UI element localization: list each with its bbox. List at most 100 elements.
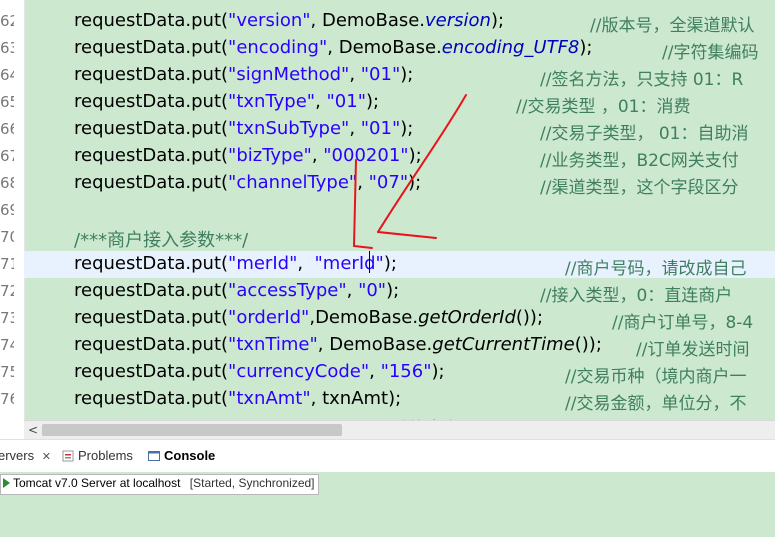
code-line[interactable]: requestData.put("signMethod", "01"); //签名…	[0, 62, 775, 90]
code-token: "signMethod"	[228, 64, 350, 85]
code-token: "orderId"	[228, 307, 310, 328]
code-line[interactable]: requestData.put("bizType", "000201"); //业…	[0, 143, 775, 171]
server-name: Tomcat v7.0 Server at localhost	[13, 476, 181, 490]
code-line[interactable]: requestData.put("orderId",DemoBase.getOr…	[0, 305, 775, 333]
scroll-left-arrow-icon[interactable]: <	[26, 422, 40, 438]
servers-panel: Tomcat v7.0 Server at localhost [Started…	[0, 472, 775, 537]
code-token: "01"	[360, 64, 401, 85]
code-token: ,DemoBase.	[309, 307, 419, 328]
code-token: );	[400, 118, 414, 139]
code-comment: //交易类型 ，01：消费	[516, 97, 691, 117]
code-token: ,	[311, 145, 324, 166]
code-token: ());	[574, 334, 602, 355]
code-line[interactable]: requestData.put("txnAmt", txnAmt); //交易金额…	[0, 386, 775, 414]
code-token: requestData.put(	[74, 64, 229, 85]
server-list-item[interactable]: Tomcat v7.0 Server at localhost [Started…	[0, 474, 319, 495]
code-text: /***商户接入参数***/	[74, 226, 248, 252]
code-text: requestData.put("txnSubType", "01");	[74, 118, 413, 139]
gutter-corner	[0, 420, 24, 439]
code-token: requestData.put(	[74, 10, 229, 31]
code-token: "encoding"	[228, 37, 328, 58]
code-token: "channelType"	[228, 172, 358, 193]
code-comment: //版本号，全渠道默认	[590, 16, 755, 36]
code-token: ,	[346, 280, 359, 301]
code-line[interactable]: /***商户接入参数***/	[0, 224, 775, 251]
code-token: "version"	[228, 10, 311, 31]
server-state: [Started, Synchronized]	[189, 476, 315, 490]
code-text: requestData.put("signMethod", "01");	[74, 64, 413, 85]
server-run-icon	[3, 478, 10, 488]
code-line[interactable]: requestData.put("txnSubType", "01"); //交易…	[0, 116, 775, 144]
code-token: ());	[515, 307, 544, 328]
code-token: "0"	[358, 280, 387, 301]
code-token: );	[383, 253, 397, 274]
code-token: requestData.put(	[74, 280, 229, 301]
code-comment: //商户号码，请改成自己	[565, 259, 747, 279]
code-line[interactable]: requestData.put("merId", "merId");//商户号码…	[24, 251, 775, 279]
code-text: requestData.put("version", DemoBase.vers…	[74, 10, 504, 31]
code-token: );	[366, 91, 380, 112]
code-token: );	[579, 37, 593, 58]
code-text: requestData.put("txnType", "01");	[74, 91, 379, 112]
code-text: requestData.put("txnTime", DemoBase.getC…	[74, 334, 602, 355]
code-token: ,	[297, 253, 315, 274]
code-token: requestData.put(	[74, 253, 229, 274]
tab-problems[interactable]: Problems	[62, 448, 133, 463]
tab-console[interactable]: Console	[148, 448, 215, 463]
code-comment: //字符集编码	[662, 43, 759, 63]
code-token: requestData.put(	[74, 172, 229, 193]
code-token: getOrderId	[418, 307, 516, 328]
code-token: version	[425, 10, 491, 31]
code-comment: //渠道类型，这个字段区分	[540, 178, 739, 198]
code-line[interactable]: //requestData.put("reqReserved", "透传字段")…	[0, 413, 775, 420]
code-token: "txnAmt"	[228, 388, 311, 409]
code-line[interactable]: requestData.put("accessType", "0"); //接入类…	[0, 278, 775, 306]
code-line[interactable]: requestData.put("txnTime", DemoBase.getC…	[0, 332, 775, 360]
code-token: );	[386, 280, 400, 301]
code-token: requestData.put(	[74, 145, 229, 166]
code-token: "txnSubType"	[228, 118, 350, 139]
code-text: requestData.put("orderId",DemoBase.getOr…	[74, 307, 543, 328]
line-number: 71	[0, 255, 14, 273]
code-token: "merId"	[314, 253, 384, 274]
code-comment: //业务类型，B2C网关支付	[540, 151, 739, 171]
code-token: , txnAmt);	[310, 388, 402, 409]
code-token: requestData.put(	[74, 91, 229, 112]
code-comment: //订单发送时间	[636, 340, 750, 360]
code-text: requestData.put("merId", "merId");	[74, 253, 397, 274]
code-token: ,	[349, 64, 361, 85]
code-text: requestData.put("accessType", "0");	[74, 280, 399, 301]
code-comment: //交易币种（境内商户一	[565, 367, 747, 387]
text-cursor	[369, 251, 370, 273]
code-token: "156"	[380, 361, 432, 382]
close-tab-icon[interactable]: ✕	[42, 451, 51, 463]
code-token: requestData.put(	[74, 307, 229, 328]
code-token: );	[400, 64, 414, 85]
code-token: "currencyCode"	[228, 361, 370, 382]
code-token: );	[408, 172, 422, 193]
code-line[interactable]: requestData.put("txnType", "01"); //交易类型 …	[0, 89, 775, 117]
horizontal-scrollbar[interactable]: <	[24, 420, 775, 440]
code-text: requestData.put("bizType", "000201");	[74, 145, 422, 166]
code-editor[interactable]: 62636465666768697071727374757677 request…	[0, 0, 775, 420]
code-token: "accessType"	[228, 280, 347, 301]
code-token: );	[408, 145, 422, 166]
code-token: "07"	[368, 172, 409, 193]
problems-icon	[62, 450, 74, 462]
code-line[interactable]: requestData.put("encoding", DemoBase.enc…	[0, 35, 775, 63]
code-text: requestData.put("txnAmt", txnAmt);	[74, 388, 401, 409]
code-line[interactable]: requestData.put("version", DemoBase.vers…	[0, 8, 775, 36]
code-token: "01"	[326, 91, 366, 112]
code-token: requestData.put(	[74, 334, 229, 355]
code-line[interactable]	[0, 197, 775, 224]
scrollbar-thumb[interactable]	[42, 424, 342, 436]
code-token: ,	[349, 118, 361, 139]
code-comment: //签名方法，只支持 01：R	[540, 70, 744, 90]
code-line[interactable]: requestData.put("channelType", "07"); //渠…	[0, 170, 775, 198]
console-icon	[148, 451, 160, 461]
code-token: , DemoBase.	[317, 334, 433, 355]
code-text: requestData.put("channelType", "07");	[74, 172, 421, 193]
code-token: "txnTime"	[228, 334, 318, 355]
tab-servers[interactable]: ervers ✕	[0, 448, 51, 463]
code-line[interactable]: requestData.put("currencyCode", "156"); /…	[0, 359, 775, 387]
